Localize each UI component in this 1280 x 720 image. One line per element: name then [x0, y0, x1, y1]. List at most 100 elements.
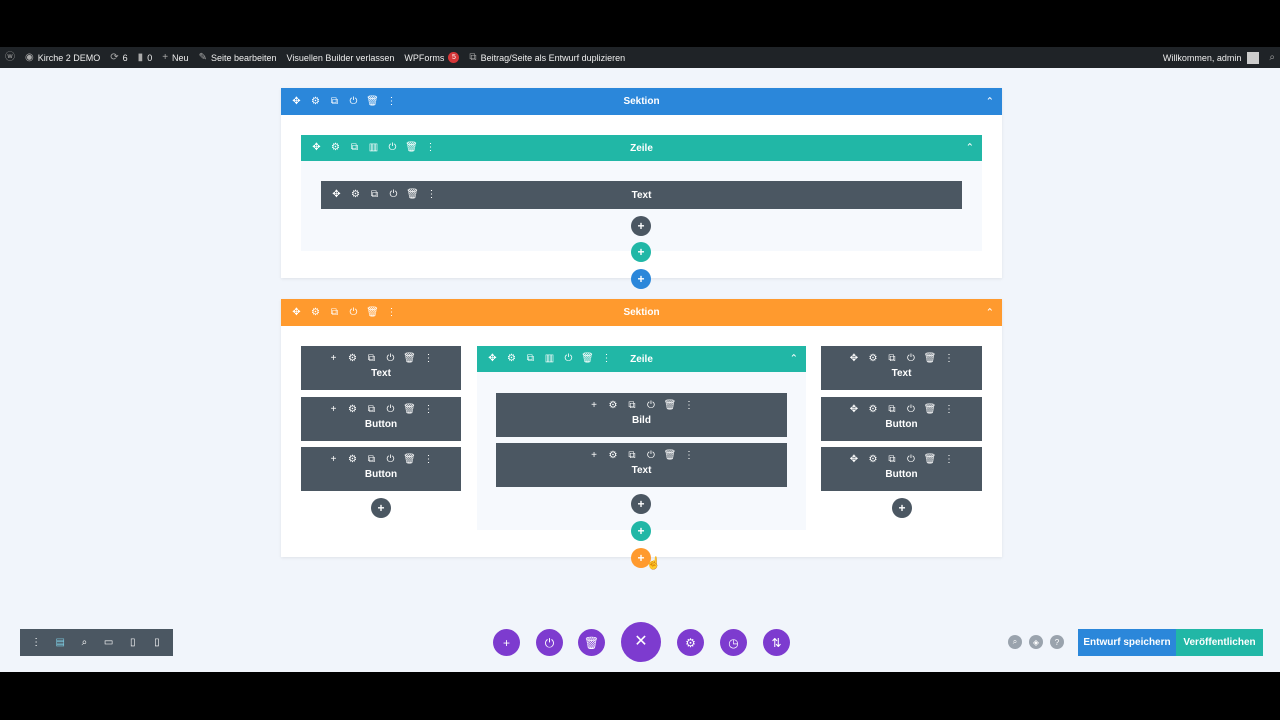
- close-settings-fab-button[interactable]: ✕: [621, 622, 661, 662]
- power-icon[interactable]: ⏻: [559, 349, 578, 369]
- power-icon[interactable]: ⏻: [642, 448, 661, 464]
- power-icon[interactable]: ⏻: [383, 138, 402, 158]
- row-2-header[interactable]: ✥ ⚙ ⧉ ▥ ⏻ 🗑 ⋮ Zeile ⌃: [477, 346, 806, 372]
- settings-icon[interactable]: ⚙: [502, 349, 521, 369]
- more-icon[interactable]: ⋮: [421, 138, 440, 158]
- add-fab-button[interactable]: +: [493, 629, 520, 656]
- sort-fab-button[interactable]: ⇅: [763, 629, 790, 656]
- columns-icon[interactable]: ▥: [364, 138, 383, 158]
- add-module-left-button[interactable]: +: [371, 498, 391, 518]
- add-module-right-button[interactable]: +: [892, 498, 912, 518]
- trash-icon[interactable]: 🗑: [400, 452, 419, 468]
- duplicate-icon[interactable]: ⧉: [883, 452, 902, 468]
- module-left-text[interactable]: + ⚙ ⧉ ⏻ 🗑 ⋮ Text: [301, 346, 461, 390]
- settings-icon[interactable]: ⚙: [864, 351, 883, 367]
- trash-icon[interactable]: 🗑: [661, 398, 680, 414]
- module-right-button-1[interactable]: ✥ ⚙ ⧉ ⏻ 🗑 ⋮ Button: [821, 397, 982, 441]
- settings-icon[interactable]: ⚙: [604, 448, 623, 464]
- updates-link[interactable]: ⟳ 6: [105, 47, 132, 68]
- new-content-link[interactable]: + Neu: [157, 47, 193, 68]
- layers-icon[interactable]: ◈: [1029, 635, 1043, 649]
- power-icon[interactable]: ⏻: [344, 92, 363, 112]
- columns-icon[interactable]: ▥: [540, 349, 559, 369]
- plus-icon[interactable]: +: [324, 452, 343, 468]
- trash-icon[interactable]: 🗑: [400, 351, 419, 367]
- more-icon[interactable]: ⋮: [940, 351, 959, 367]
- move-icon[interactable]: ✥: [287, 303, 306, 323]
- collapse-icon[interactable]: ⌃: [986, 96, 994, 107]
- module-right-text[interactable]: ✥ ⚙ ⧉ ⏻ 🗑 ⋮ Text: [821, 346, 982, 390]
- tablet-view-icon[interactable]: ▯: [123, 633, 142, 653]
- trash-icon[interactable]: 🗑: [400, 402, 419, 418]
- power-icon[interactable]: ⏻: [381, 452, 400, 468]
- wireframe-view-icon[interactable]: ▤: [51, 633, 70, 653]
- more-icon[interactable]: ⋮: [940, 402, 959, 418]
- section-2-header[interactable]: ✥ ⚙ ⧉ ⏻ 🗑 ⋮ Sektion ⌃: [281, 299, 1002, 326]
- power-icon[interactable]: ⏻: [384, 187, 403, 203]
- plus-icon[interactable]: +: [585, 448, 604, 464]
- duplicate-draft-link[interactable]: ⧉ Beitrag/Seite als Entwurf duplizieren: [464, 47, 630, 68]
- add-row-button[interactable]: +: [631, 521, 651, 541]
- trash-icon[interactable]: 🗑: [921, 452, 940, 468]
- duplicate-icon[interactable]: ⧉: [521, 349, 540, 369]
- power-icon[interactable]: ⏻: [902, 351, 921, 367]
- help-icon[interactable]: ?: [1050, 635, 1064, 649]
- settings-icon[interactable]: ⚙: [864, 402, 883, 418]
- settings-icon[interactable]: ⚙: [306, 92, 325, 112]
- trash-icon[interactable]: 🗑: [921, 351, 940, 367]
- wpforms-link[interactable]: WPForms 5: [399, 47, 464, 68]
- module-left-button-2[interactable]: + ⚙ ⧉ ⏻ 🗑 ⋮ Button: [301, 447, 461, 491]
- collapse-icon[interactable]: ⌃: [986, 307, 994, 318]
- move-icon[interactable]: ✥: [327, 187, 346, 203]
- move-icon[interactable]: ✥: [483, 349, 502, 369]
- history-fab-button[interactable]: ◷: [720, 629, 747, 656]
- more-icon[interactable]: ⋮: [680, 398, 699, 414]
- more-icon[interactable]: ⋮: [680, 448, 699, 464]
- power-icon[interactable]: ⏻: [642, 398, 661, 414]
- page-settings-fab-button[interactable]: ⚙: [677, 629, 704, 656]
- search-button[interactable]: ⌕: [1264, 47, 1280, 68]
- plus-icon[interactable]: +: [324, 402, 343, 418]
- duplicate-icon[interactable]: ⧉: [362, 452, 381, 468]
- settings-icon[interactable]: ⚙: [604, 398, 623, 414]
- module-center-image[interactable]: + ⚙ ⧉ ⏻ 🗑 ⋮ Bild: [496, 393, 787, 437]
- move-icon[interactable]: ✥: [845, 452, 864, 468]
- wordpress-logo-button[interactable]: ⓦ: [0, 47, 20, 68]
- more-icon[interactable]: ⋮: [422, 187, 441, 203]
- add-row-button[interactable]: +: [631, 242, 651, 262]
- section-1-header[interactable]: ✥ ⚙ ⧉ ⏻ 🗑 ⋮ Sektion ⌃: [281, 88, 1002, 115]
- site-name-link[interactable]: ◉ Kirche 2 DEMO: [20, 47, 105, 68]
- duplicate-icon[interactable]: ⧉: [345, 138, 364, 158]
- trash-icon[interactable]: 🗑: [921, 402, 940, 418]
- exit-builder-link[interactable]: Visuellen Builder verlassen: [282, 47, 400, 68]
- trash-icon[interactable]: 🗑: [363, 303, 382, 323]
- power-icon[interactable]: ⏻: [381, 351, 400, 367]
- settings-icon[interactable]: ⚙: [864, 452, 883, 468]
- comments-link[interactable]: ▮ 0: [133, 47, 158, 68]
- add-module-button[interactable]: +: [631, 216, 651, 236]
- plus-icon[interactable]: +: [324, 351, 343, 367]
- settings-icon[interactable]: ⚙: [326, 138, 345, 158]
- save-draft-button[interactable]: Entwurf speichern: [1078, 629, 1176, 656]
- more-icon[interactable]: ⋮: [419, 452, 438, 468]
- settings-icon[interactable]: ⚙: [346, 187, 365, 203]
- more-icon[interactable]: ⋮: [27, 633, 46, 653]
- duplicate-icon[interactable]: ⧉: [362, 402, 381, 418]
- add-section-button[interactable]: +: [631, 269, 651, 289]
- more-icon[interactable]: ⋮: [940, 452, 959, 468]
- desktop-view-icon[interactable]: ▭: [99, 633, 118, 653]
- phone-view-icon[interactable]: ▯: [147, 633, 166, 653]
- more-icon[interactable]: ⋮: [382, 92, 401, 112]
- power-icon[interactable]: ⏻: [344, 303, 363, 323]
- duplicate-icon[interactable]: ⧉: [325, 303, 344, 323]
- more-icon[interactable]: ⋮: [382, 303, 401, 323]
- duplicate-icon[interactable]: ⧉: [883, 402, 902, 418]
- move-icon[interactable]: ✥: [287, 92, 306, 112]
- trash-icon[interactable]: 🗑: [402, 138, 421, 158]
- move-icon[interactable]: ✥: [845, 351, 864, 367]
- module-center-text[interactable]: + ⚙ ⧉ ⏻ 🗑 ⋮ Text: [496, 443, 787, 487]
- duplicate-icon[interactable]: ⧉: [362, 351, 381, 367]
- edit-page-link[interactable]: ✎ Seite bearbeiten: [194, 47, 282, 68]
- module-right-button-2[interactable]: ✥ ⚙ ⧉ ⏻ 🗑 ⋮ Button: [821, 447, 982, 491]
- settings-icon[interactable]: ⚙: [343, 351, 362, 367]
